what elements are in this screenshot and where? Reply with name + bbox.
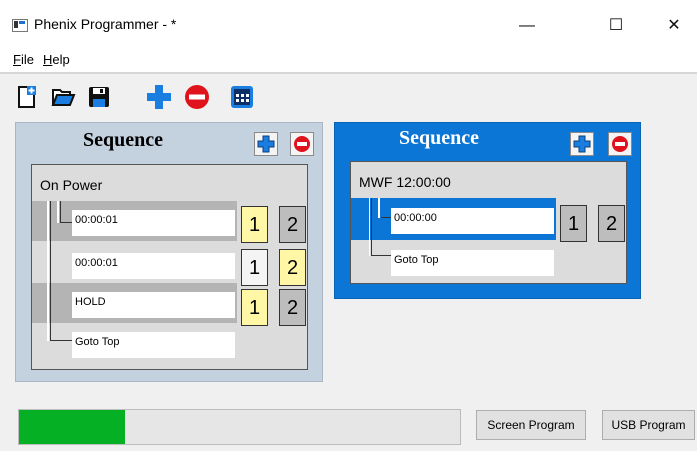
delete-step-icon[interactable] (608, 132, 632, 156)
close-button[interactable]: ✕ (651, 8, 697, 44)
sequence-panel[interactable]: Sequence On Power 00:00:01 00:00:01 HOLD… (15, 122, 323, 382)
save-icon[interactable] (86, 84, 112, 110)
screen-program-button[interactable]: Screen Program (476, 410, 586, 440)
step-text-field[interactable]: 00:00:01 (72, 210, 235, 236)
sequence-title: Sequence (399, 127, 479, 149)
usb-program-button[interactable]: USB Program (602, 410, 695, 440)
sequence-title: Sequence (83, 129, 163, 151)
goto-top-field[interactable]: Goto Top (391, 250, 554, 276)
calendar-icon[interactable] (229, 84, 255, 110)
program-progress-bar (18, 409, 461, 445)
trigger-group[interactable]: On Power 00:00:01 00:00:01 HOLD Goto Top… (31, 164, 308, 370)
menu-file[interactable]: File (13, 52, 34, 67)
step-text-field[interactable]: 00:00:01 (72, 253, 235, 279)
slot-2-toggle[interactable]: 2 (598, 205, 625, 242)
sequence-panel-selected[interactable]: Sequence MWF 12:00:00 00:00:00 Goto Top … (334, 122, 641, 299)
goto-top-field[interactable]: Goto Top (72, 332, 235, 358)
step-text-field[interactable]: 00:00:00 (391, 208, 554, 234)
new-file-icon[interactable] (14, 84, 40, 110)
delete-step-icon[interactable] (290, 132, 314, 156)
group-label: On Power (40, 177, 103, 193)
toolbar (0, 74, 697, 118)
group-label: MWF 12:00:00 (359, 174, 451, 190)
open-folder-icon[interactable] (50, 84, 76, 110)
title-bar: Phenix Programmer - * — ☐ ✕ (0, 0, 697, 44)
minimize-button[interactable]: — (504, 8, 550, 44)
slot-1-toggle[interactable]: 1 (241, 289, 268, 326)
slot-1-toggle[interactable]: 1 (241, 249, 268, 286)
slot-2-toggle[interactable]: 2 (279, 206, 306, 243)
add-step-icon[interactable] (254, 132, 278, 156)
menu-bar: File Help (0, 44, 697, 74)
app-icon (12, 19, 28, 32)
window-title: Phenix Programmer - * (34, 16, 177, 32)
add-step-icon[interactable] (570, 132, 594, 156)
slot-1-toggle[interactable]: 1 (560, 205, 587, 242)
add-sequence-icon[interactable] (146, 84, 172, 110)
slot-1-toggle[interactable]: 1 (241, 206, 268, 243)
slot-2-toggle[interactable]: 2 (279, 249, 306, 286)
trigger-group[interactable]: MWF 12:00:00 00:00:00 Goto Top 1 2 (350, 161, 627, 284)
step-text-field[interactable]: HOLD (72, 292, 235, 318)
menu-help[interactable]: Help (43, 52, 70, 67)
progress-fill (19, 410, 125, 444)
remove-sequence-icon[interactable] (184, 84, 210, 110)
maximize-button[interactable]: ☐ (593, 8, 639, 44)
slot-2-toggle[interactable]: 2 (279, 289, 306, 326)
